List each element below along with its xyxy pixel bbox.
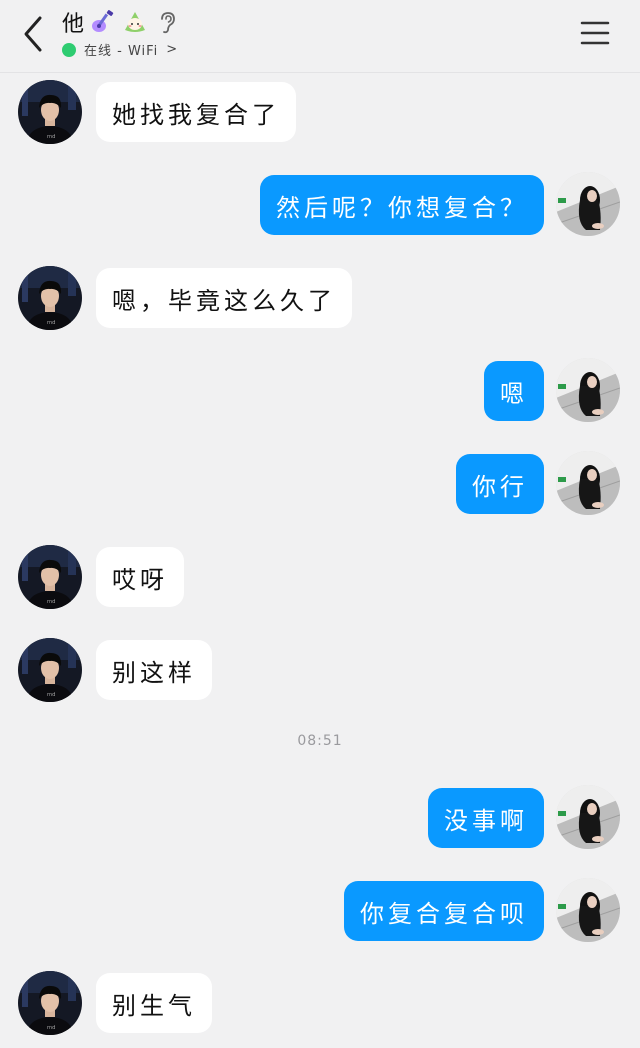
ear-icon [161, 12, 175, 34]
guitar-badge-icon [92, 10, 114, 32]
my-avatar[interactable] [556, 451, 620, 515]
title-row[interactable]: 他 [62, 8, 180, 37]
message-bubble-outgoing[interactable]: 然后呢？你想复合？ [260, 175, 544, 235]
contact-avatar[interactable] [18, 971, 82, 1035]
contact-avatar[interactable] [18, 638, 82, 702]
status-text: 在线 - WiFi [84, 44, 159, 59]
my-avatar[interactable] [556, 358, 620, 422]
contact-avatar[interactable] [18, 266, 82, 330]
contact-avatar[interactable] [18, 80, 82, 144]
message-bubble-incoming[interactable]: 别这样 [96, 640, 212, 700]
rice-ball-badge-icon [125, 12, 146, 32]
menu-icon[interactable] [580, 20, 610, 46]
message-bubble-outgoing[interactable]: 嗯 [484, 361, 544, 421]
message-bubble-incoming[interactable]: 哎呀 [96, 547, 184, 607]
my-avatar[interactable] [556, 878, 620, 942]
status-chevron-icon: > [166, 42, 179, 57]
online-dot-icon [62, 42, 76, 57]
my-avatar[interactable] [556, 785, 620, 849]
message-bubble-incoming[interactable]: 嗯，毕竟这么久了 [96, 268, 352, 328]
chat-header: 他 在线 - WiFi > [0, 0, 640, 73]
message-bubble-outgoing[interactable]: 没事啊 [428, 788, 544, 848]
message-bubble-outgoing[interactable]: 你行 [456, 454, 544, 514]
message-bubble-incoming[interactable]: 别生气 [96, 973, 212, 1033]
message-bubble-outgoing[interactable]: 你复合复合呗 [344, 881, 544, 941]
my-avatar[interactable] [556, 172, 620, 236]
message-bubble-incoming[interactable]: 她找我复合了 [96, 82, 296, 142]
message-timestamp: 08:51 [297, 733, 343, 749]
online-status[interactable]: 在线 - WiFi > [62, 40, 178, 59]
back-arrow-icon[interactable] [20, 14, 50, 54]
contact-name: 他 [62, 12, 85, 37]
contact-avatar[interactable] [18, 545, 82, 609]
